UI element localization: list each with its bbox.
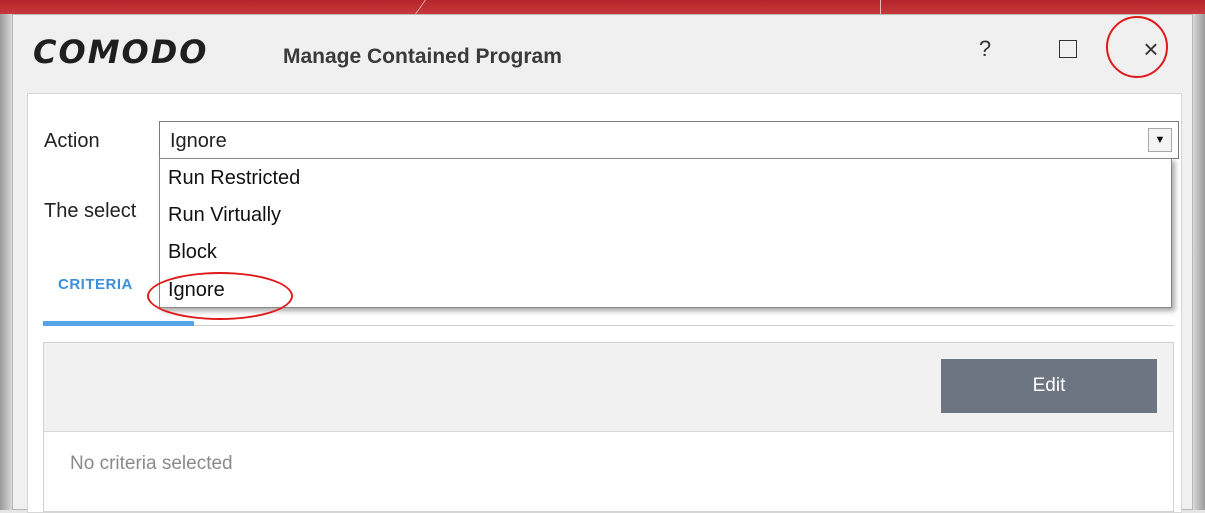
- edit-button[interactable]: Edit: [941, 359, 1157, 413]
- maximize-icon: [1059, 40, 1077, 58]
- help-button[interactable]: ?: [965, 29, 1005, 69]
- action-dropdown-list: Run Restricted Run Virtually Block Ignor…: [159, 158, 1172, 308]
- red-highlight-circle: [1106, 16, 1168, 78]
- top-accent-bar: [0, 0, 1205, 14]
- action-label: Action: [44, 130, 100, 152]
- question-mark-icon: ?: [978, 36, 992, 61]
- accent-divider: [295, 0, 426, 14]
- dropdown-option-block[interactable]: Block: [168, 241, 217, 264]
- criteria-empty-message: No criteria selected: [70, 453, 233, 474]
- window-shadow-right: [1193, 14, 1205, 510]
- action-select-value: Ignore: [170, 130, 227, 152]
- red-highlight-circle: [147, 272, 293, 320]
- dropdown-arrow-button[interactable]: ▼: [1148, 128, 1172, 152]
- triangle-down-icon: ▼: [1154, 134, 1166, 146]
- title-bar: COMODO Manage Contained Program ? ×: [13, 15, 1192, 93]
- accent-divider: [880, 0, 881, 14]
- action-description: The select: [44, 200, 137, 222]
- tab-criteria[interactable]: CRITERIA: [58, 276, 133, 293]
- dropdown-option-run-restricted[interactable]: Run Restricted: [168, 167, 300, 190]
- criteria-toolbar: Edit: [44, 343, 1173, 432]
- maximize-button[interactable]: [1048, 29, 1088, 69]
- comodo-logo: COMODO: [33, 33, 209, 71]
- dropdown-option-run-virtually[interactable]: Run Virtually: [168, 204, 281, 227]
- action-select[interactable]: Ignore ▼: [159, 121, 1179, 159]
- active-tab-indicator: [43, 321, 194, 326]
- tab-divider: [194, 325, 1174, 326]
- criteria-panel: Edit No criteria selected: [43, 342, 1174, 512]
- dialog-title: Manage Contained Program: [283, 45, 562, 68]
- window-shadow-left: [0, 14, 12, 510]
